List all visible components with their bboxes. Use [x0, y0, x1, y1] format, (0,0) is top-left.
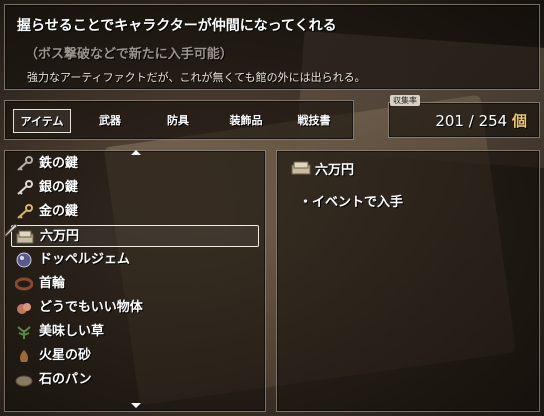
help-window: 握らせることでキャラクターが仲間になってくれる （ボス撃破などで新たに入手可能）…	[4, 4, 540, 90]
list-item-label: 首輪	[39, 276, 66, 291]
help-line-3: 強力なアーティファクトだが、これが無くても館の外には出られる。	[27, 71, 366, 84]
detail-item-info: ・イベントで入手	[299, 195, 404, 210]
list-item-label: 美味しい草	[39, 324, 105, 339]
collar-icon	[15, 277, 33, 291]
feather-cursor-icon	[2, 223, 17, 237]
list-item[interactable]: どうでもいい物体	[11, 297, 259, 319]
list-item-label: 六万円	[40, 229, 80, 244]
money-bundle-icon	[16, 230, 34, 244]
collection-value: 201 / 254	[435, 112, 508, 130]
herb-icon	[17, 326, 31, 339]
list-item-label: どうでもいい物体	[39, 300, 143, 315]
collection-unit: 個	[511, 112, 527, 130]
help-line-1: 握らせることでキャラクターが仲間になってくれる	[17, 18, 337, 34]
iron-key-icon	[17, 156, 33, 171]
detail-item-name: 六万円	[315, 163, 355, 178]
sand-icon	[20, 350, 28, 362]
tab-armor[interactable]: 防具	[149, 109, 207, 133]
stone-bread-icon	[15, 375, 33, 387]
gem-icon	[16, 252, 32, 268]
list-item[interactable]: 銀の鍵	[11, 177, 259, 199]
list-item-label: 火星の砂	[39, 348, 92, 363]
category-window: アイテム 武器 防具 装飾品 戦技書	[4, 100, 354, 140]
item-list-window: 鉄の鍵 銀の鍵 金の鍵 六万円 ドッペルジェム 首輪 どうでもいい物体 美味しい…	[4, 150, 266, 412]
list-item[interactable]: 金の鍵	[11, 201, 259, 223]
tab-item[interactable]: アイテム	[13, 109, 71, 133]
silver-key-icon	[17, 180, 33, 195]
money-bundle-icon	[291, 161, 311, 175]
tab-weapon[interactable]: 武器	[81, 109, 139, 133]
list-item[interactable]: ドッペルジェム	[11, 249, 259, 271]
collection-window: 201 / 254 個	[388, 102, 540, 138]
list-item-label: 銀の鍵	[39, 180, 79, 195]
gold-key-icon	[17, 204, 33, 219]
list-item[interactable]: 美味しい草	[11, 321, 259, 343]
list-item[interactable]: 火星の砂	[11, 345, 259, 367]
item-detail-window: 六万円 ・イベントで入手	[276, 150, 540, 412]
list-item[interactable]: 首輪	[11, 273, 259, 295]
tab-skill-book[interactable]: 戦技書	[285, 109, 343, 133]
list-item[interactable]: 石のパン	[11, 369, 259, 391]
list-item-label: ドッペルジェム	[39, 252, 131, 267]
list-item-label: 鉄の鍵	[39, 156, 79, 171]
list-item-label: 金の鍵	[39, 204, 79, 219]
help-line-2: （ボス撃破などで新たに入手可能）	[25, 47, 233, 62]
scroll-down-arrow-icon[interactable]	[131, 403, 141, 408]
list-item-label: 石のパン	[39, 372, 92, 387]
tab-accessory[interactable]: 装飾品	[217, 109, 275, 133]
list-item[interactable]: 鉄の鍵	[11, 153, 259, 175]
list-item-selected[interactable]: 六万円	[11, 225, 259, 247]
collection-label: 収集率	[390, 95, 420, 106]
object-icon	[17, 303, 31, 314]
